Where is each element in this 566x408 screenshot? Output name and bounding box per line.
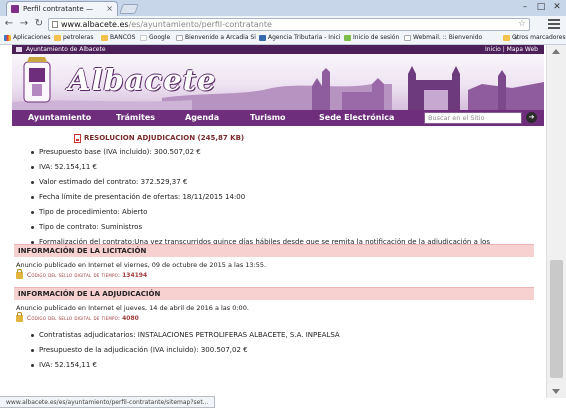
close-window-icon[interactable]: ✕ bbox=[552, 1, 562, 14]
bookmark-label: BANCOS bbox=[110, 34, 136, 41]
bookmark-item[interactable]: Inicio de sesión bbox=[344, 32, 399, 44]
licitacion-heading: INFORMACIÓN DE LA LICITACIÓN bbox=[14, 244, 534, 257]
bookmark-item[interactable]: Google bbox=[140, 32, 170, 44]
list-item: Tipo de contrato: Suministros bbox=[30, 223, 143, 231]
scroll-up-icon[interactable] bbox=[552, 49, 560, 54]
folder-icon bbox=[101, 35, 108, 41]
browser-titlebar: Perfil contratante — × – □ ✕ bbox=[0, 0, 566, 16]
address-bar[interactable]: www.albacete.es/es/ayuntamiento/perfil-c… bbox=[48, 18, 530, 31]
browser-toolbar: ← → ↻ www.albacete.es/es/ayuntamiento/pe… bbox=[0, 16, 566, 32]
nav-sede-electronica[interactable]: Sede Electrónica bbox=[319, 110, 394, 126]
web-icon bbox=[404, 35, 411, 41]
google-icon bbox=[140, 35, 147, 41]
seal-label: Código del sello digital de tiempo: bbox=[27, 315, 121, 322]
site-header: Ayuntamiento de Albacete Inicio | Mapa W… bbox=[12, 45, 544, 126]
list-item: Valor estimado del contrato: 372.529,37 … bbox=[30, 178, 188, 186]
pdf-icon bbox=[74, 134, 81, 143]
site-owner: Ayuntamiento de Albacete bbox=[26, 46, 106, 53]
bookmark-label: petroleras bbox=[63, 34, 94, 41]
url-path: /es/ayuntamiento/perfil-contratante bbox=[128, 20, 272, 29]
site-favicon-icon bbox=[11, 5, 19, 13]
scroll-down-icon[interactable] bbox=[552, 389, 560, 394]
vertical-scrollbar[interactable] bbox=[546, 45, 566, 398]
folder-icon bbox=[503, 35, 510, 41]
scroll-thumb[interactable] bbox=[550, 260, 563, 378]
main-nav: Ayuntamiento Trámites Agenda Turismo Sed… bbox=[12, 110, 544, 126]
back-icon[interactable]: ← bbox=[3, 18, 15, 30]
bookmark-label: Google bbox=[149, 34, 171, 41]
list-item: Tipo de procedimiento: Abierto bbox=[30, 208, 148, 216]
licitacion-seal: Código del sello digital de tiempo: 1341… bbox=[16, 269, 147, 280]
top-strip: Ayuntamiento de Albacete Inicio | Mapa W… bbox=[12, 45, 544, 54]
list-item: Presupuesto de la adjudicación (IVA incl… bbox=[31, 346, 248, 354]
reload-icon[interactable]: ↻ bbox=[33, 18, 45, 30]
bookmark-item[interactable]: petroleras bbox=[54, 32, 94, 44]
forward-icon[interactable]: → bbox=[18, 18, 30, 30]
web-icon bbox=[176, 35, 183, 41]
minimize-icon[interactable]: – bbox=[520, 1, 530, 14]
browser-tab[interactable]: Perfil contratante — × bbox=[6, 1, 118, 16]
seal-lock-icon bbox=[16, 312, 23, 322]
list-item: IVA: 52.154,11 € bbox=[31, 163, 97, 171]
resolution-pdf-link[interactable]: RESOLUCION ADJUDICACION (245,87 KB) bbox=[74, 134, 245, 143]
nav-tramites[interactable]: Trámites bbox=[116, 110, 155, 126]
menu-icon[interactable] bbox=[548, 19, 560, 29]
apps-icon bbox=[4, 35, 11, 41]
bookmark-item[interactable]: BANCOS bbox=[101, 32, 135, 44]
top-links[interactable]: Inicio | Mapa Web bbox=[485, 45, 538, 54]
search-go-icon[interactable]: ➔ bbox=[526, 112, 537, 123]
tab-title: Perfil contratante — bbox=[23, 5, 93, 13]
maximize-icon[interactable]: □ bbox=[536, 1, 546, 14]
green-icon bbox=[344, 35, 351, 41]
other-bookmarks-folder[interactable]: Otros marcadores bbox=[503, 32, 566, 44]
bookmark-star-icon[interactable]: ☆ bbox=[518, 19, 526, 30]
list-item: Fecha límite de presentación de ofertas:… bbox=[30, 193, 246, 201]
page-viewport: Ayuntamiento de Albacete Inicio | Mapa W… bbox=[0, 45, 546, 398]
window-controls: – □ ✕ bbox=[520, 1, 562, 14]
bookmark-label: Otros marcadores bbox=[512, 34, 566, 41]
bookmarks-bar: Aplicaciones petroleras BANCOS Google Bi… bbox=[0, 32, 566, 45]
bookmark-label: Webmail. :: Bienvenido bbox=[413, 34, 483, 41]
site-banner: Albacete bbox=[12, 54, 544, 110]
seal-lock-icon bbox=[16, 269, 23, 279]
list-item: Presupuesto base (IVA incluido): 300.507… bbox=[31, 148, 201, 156]
link-label: RESOLUCION ADJUDICACION (245,87 KB) bbox=[84, 134, 245, 142]
list-item: IVA: 52.154,11 € bbox=[31, 361, 97, 369]
page-icon bbox=[52, 21, 58, 28]
seal-code[interactable]: 134194 bbox=[122, 272, 147, 279]
list-item: Contratistas adjudicatarios: INSTALACION… bbox=[31, 331, 340, 339]
folder-icon bbox=[54, 35, 61, 41]
seal-code[interactable]: 4080 bbox=[122, 315, 139, 322]
adjudicacion-published: Anuncio publicado en Internet el jueves,… bbox=[16, 304, 249, 312]
adjudicacion-heading: INFORMACIÓN DE LA ADJUDICACIÓN bbox=[14, 287, 534, 300]
licitacion-published: Anuncio publicado en Internet el viernes… bbox=[16, 261, 267, 269]
aeat-icon bbox=[259, 35, 266, 41]
new-tab-button[interactable] bbox=[119, 4, 139, 14]
bookmark-item[interactable]: Bienvenido a Arcadia Si bbox=[176, 32, 256, 44]
nav-ayuntamiento[interactable]: Ayuntamiento bbox=[28, 110, 91, 126]
seal-label: Código del sello digital de tiempo: bbox=[27, 272, 121, 279]
bookmark-item[interactable]: Webmail. :: Bienvenido bbox=[404, 32, 482, 44]
url-host: www.albacete.es bbox=[61, 20, 129, 29]
nav-turismo[interactable]: Turismo bbox=[250, 110, 286, 126]
bookmark-item[interactable]: Aplicaciones bbox=[4, 32, 50, 44]
coat-of-arms-icon bbox=[23, 57, 51, 103]
adjudicacion-seal: Código del sello digital de tiempo: 4080 bbox=[16, 312, 139, 323]
home-icon bbox=[16, 47, 22, 52]
bookmark-label: Aplicaciones bbox=[13, 34, 51, 41]
search-input[interactable]: Buscar en el Sitio bbox=[424, 112, 522, 124]
site-logo[interactable]: Albacete bbox=[68, 63, 217, 97]
nav-agenda[interactable]: Agenda bbox=[185, 110, 219, 126]
bookmark-label: Inicio de sesión bbox=[353, 34, 400, 41]
bookmark-item[interactable]: Agencia Tributaria - Inici bbox=[259, 32, 341, 44]
bookmark-label: Bienvenido a Arcadia Si bbox=[185, 34, 256, 41]
status-bar-url: www.albacete.es/es/ayuntamiento/perfil-c… bbox=[0, 396, 216, 408]
close-tab-icon[interactable]: × bbox=[106, 2, 113, 16]
bookmark-label: Agencia Tributaria - Inici bbox=[268, 34, 341, 41]
